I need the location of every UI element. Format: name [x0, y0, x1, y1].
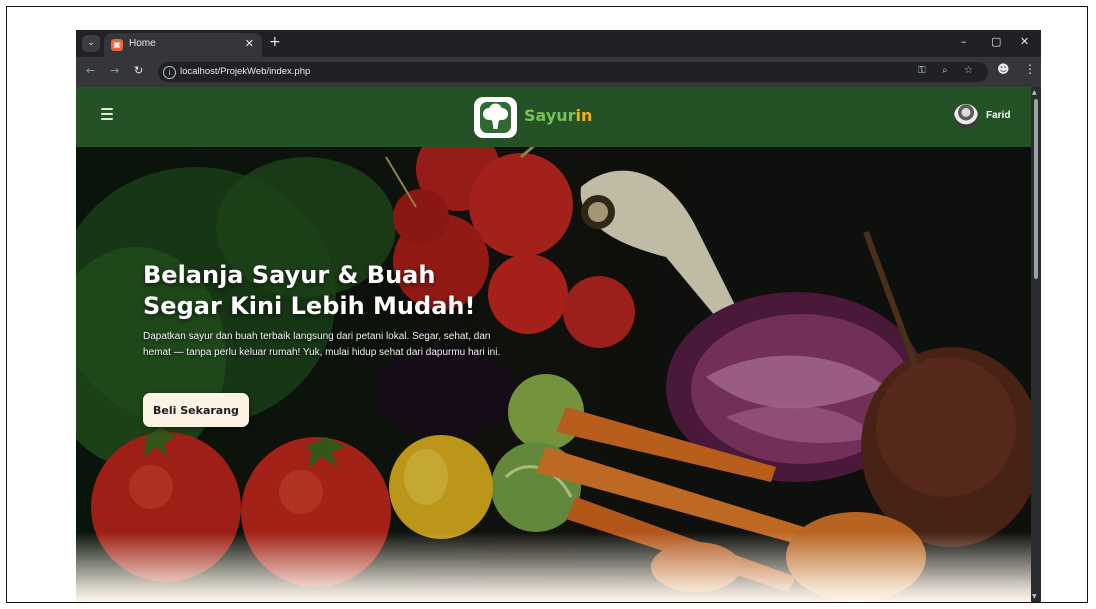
menu-dots-icon[interactable]: ⋮	[1024, 62, 1036, 76]
hero-title-line1: Belanja Sayur & Buah	[143, 261, 436, 289]
close-icon[interactable]: ✕	[245, 37, 254, 50]
screenshot-frame: ⌄ ▣ Home ✕ + – ▢ ✕ ← → ↻ i localhost/Pro…	[6, 6, 1088, 603]
window-close-icon[interactable]: ✕	[1020, 35, 1029, 48]
restore-icon[interactable]: ▢	[991, 35, 1001, 48]
browser-window: ⌄ ▣ Home ✕ + – ▢ ✕ ← → ↻ i localhost/Pro…	[76, 30, 1041, 602]
brand-name-part1: Sayur	[524, 106, 576, 125]
hamburger-icon[interactable]	[101, 108, 113, 123]
favicon-icon: ▣	[111, 39, 123, 51]
bookmark-star-icon[interactable]: ☆	[964, 65, 973, 76]
scroll-down-icon[interactable]: ▼	[1032, 593, 1037, 600]
password-key-icon[interactable]: ⚿	[918, 65, 926, 76]
profile-icon[interactable]: ☻	[997, 62, 1010, 76]
zoom-icon[interactable]: ⌕	[942, 65, 948, 76]
back-icon[interactable]: ←	[86, 64, 95, 77]
scroll-up-icon[interactable]: ▲	[1032, 89, 1037, 96]
reload-icon[interactable]: ↻	[134, 64, 143, 77]
hero-bottom-fade	[76, 532, 1031, 602]
tab-strip: ⌄ ▣ Home ✕ + – ▢ ✕	[76, 30, 1041, 57]
hero-description: Dapatkan sayur dan buah terbaik langsung…	[143, 331, 501, 358]
browser-toolbar: ← → ↻ i localhost/ProjekWeb/index.php ⚿ …	[76, 57, 1041, 87]
page-scrollbar[interactable]: ▲ ▼	[1031, 87, 1041, 602]
forward-icon[interactable]: →	[110, 64, 119, 77]
scroll-thumb[interactable]	[1034, 99, 1038, 279]
tab-search-icon[interactable]: ⌄	[82, 35, 100, 52]
brand-name[interactable]: Sayurin	[524, 106, 592, 125]
address-bar[interactable]: i localhost/ProjekWeb/index.php ⚿ ⌕ ☆	[158, 62, 988, 82]
hero-title-line2: Segar Kini Lebih Mudah!	[143, 292, 476, 320]
hero-section: Belanja Sayur & Buah Segar Kini Lebih Mu…	[76, 147, 1031, 602]
hero-title: Belanja Sayur & Buah Segar Kini Lebih Mu…	[143, 260, 563, 322]
brand-logo[interactable]	[474, 97, 517, 138]
url-text[interactable]: localhost/ProjekWeb/index.php	[180, 66, 310, 77]
site-info-icon[interactable]: i	[163, 66, 176, 79]
new-tab-icon[interactable]: +	[269, 34, 281, 50]
buy-now-button[interactable]: Beli Sekarang	[143, 393, 249, 427]
site-navbar: Sayurin Farid	[76, 87, 1031, 147]
tab-home[interactable]: ▣ Home ✕	[104, 33, 262, 57]
minimize-icon[interactable]: –	[961, 35, 967, 48]
page-viewport: Sayurin Farid Belanja Sayur & Buah Segar…	[76, 87, 1031, 602]
tab-title: Home	[129, 38, 156, 49]
brand-name-part2: in	[575, 106, 593, 125]
user-name[interactable]: Farid	[986, 110, 1010, 121]
avatar[interactable]	[954, 104, 978, 128]
broccoli-logo-icon	[480, 102, 511, 133]
